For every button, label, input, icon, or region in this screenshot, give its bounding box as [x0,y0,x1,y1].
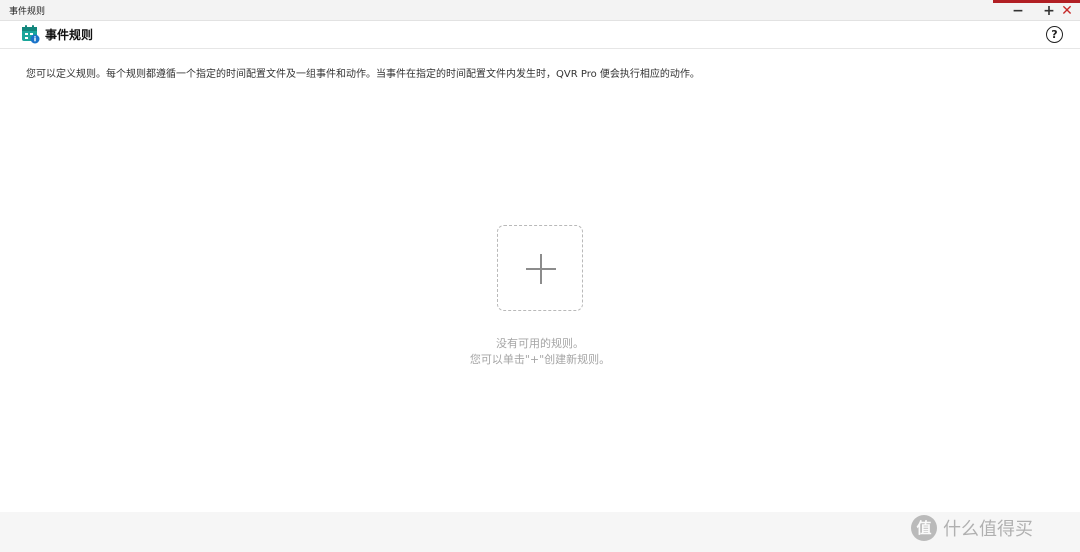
window-title: 事件规则 [9,7,46,17]
close-icon[interactable]: ✕ [1059,3,1075,19]
maximize-icon[interactable]: + [1041,3,1057,19]
watermark-logo: 值 [911,515,937,541]
rules-description: 您可以定义规则。每个规则都遵循一个指定的时间配置文件及一组事件和动作。当事件在指… [26,69,700,80]
add-rule-button[interactable] [497,225,583,311]
empty-state-title: 没有可用的规则。 [496,337,584,350]
watermark: 值 什么值得买 [911,513,1033,543]
watermark-text: 什么值得买 [943,519,1033,540]
empty-state-hint: 您可以单击"+"创建新规则。 [469,353,611,366]
minimize-icon[interactable]: − [1010,3,1026,19]
calendar-info-icon [21,24,40,44]
page-header: 事件规则 ? [0,21,1080,49]
window-titlebar: 事件规则 − + ✕ [0,0,1080,21]
help-icon[interactable]: ? [1046,26,1063,43]
page-title: 事件规则 [45,28,94,42]
